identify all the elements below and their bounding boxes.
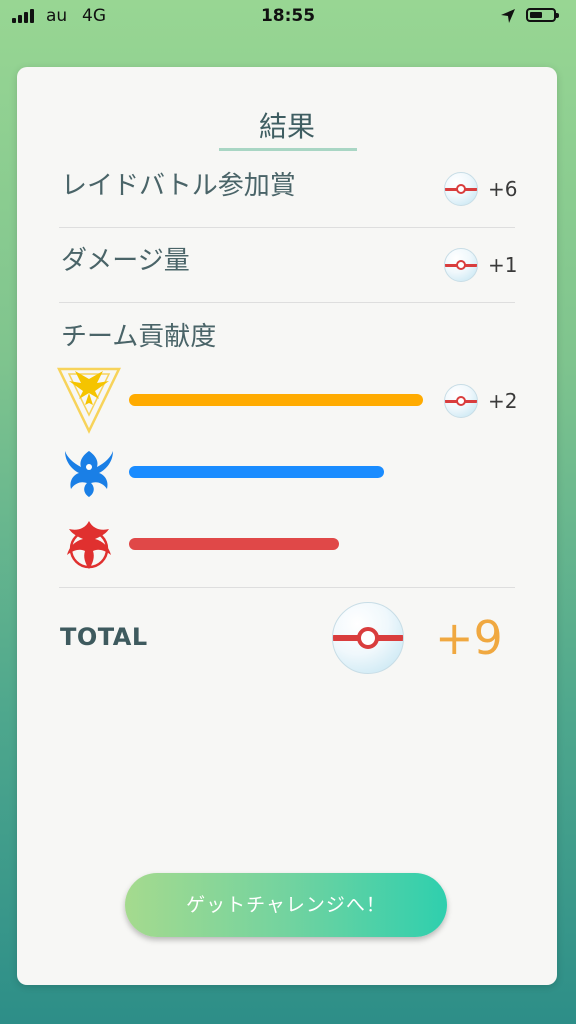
total-amount: +9 [435,611,503,665]
title-underline [219,148,357,151]
battery-icon [526,8,559,22]
team-mystic-icon [61,445,117,503]
premier-ball-icon [444,172,478,206]
damage-reward: +1 [444,248,517,282]
reward-amount: +2 [488,389,518,413]
reward-amount: +1 [488,253,518,277]
total-label: TOTAL [60,623,148,651]
mystic-contribution-bar [129,466,384,478]
team-contribution-reward: +2 [444,384,517,418]
battery-level [530,12,542,18]
clock: 18:55 [260,6,316,26]
damage-label: ダメージ量 [61,246,190,276]
team-contribution-label: チーム貢献度 [61,322,217,352]
premier-ball-icon [444,384,478,418]
get-challenge-button[interactable]: ゲットチャレンジへ！ [125,873,447,937]
location-arrow-icon [500,8,516,29]
status-bar: au 4G 18:55 [0,0,576,34]
divider [59,302,515,303]
team-instinct-icon [53,365,125,439]
page-title: 結果 [258,110,315,143]
valor-contribution-bar [129,538,339,550]
divider [59,227,515,228]
divider [59,587,515,588]
reward-amount: +6 [488,177,518,201]
instinct-contribution-bar [129,394,423,406]
team-valor-icon [61,517,117,577]
result-card: 結果 レイドバトル参加賞 +6 ダメージ量 +1 チーム貢献度 +2 TOTAL… [17,67,557,985]
raid-participation-reward: +6 [444,172,517,206]
premier-ball-icon [332,602,404,674]
raid-participation-label: レイドバトル参加賞 [61,171,296,201]
premier-ball-icon [444,248,478,282]
